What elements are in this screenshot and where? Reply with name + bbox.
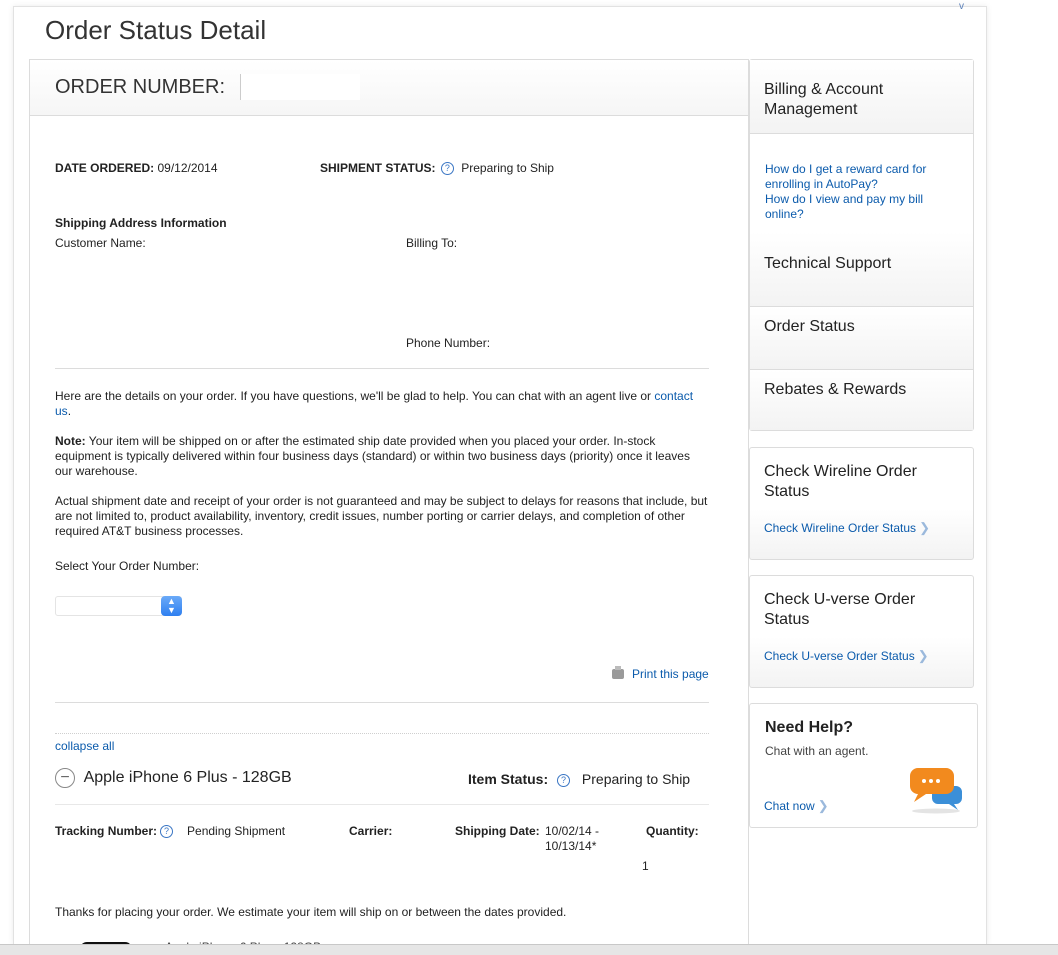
uverse-link-label: Check U-verse Order Status (764, 649, 915, 663)
divider (55, 368, 709, 369)
chat-now-label: Chat now (764, 799, 815, 813)
help-icon[interactable]: ? (557, 774, 571, 787)
page-frame: v Order Status Detail ORDER NUMBER: DATE… (13, 1, 987, 955)
wireline-status-card: Check Wireline Order Status Check Wireli… (749, 447, 974, 560)
quantity-label: Quantity: (646, 824, 699, 838)
printer-icon (612, 666, 624, 679)
faq-list: How do I get a reward card for enrolling… (765, 162, 955, 222)
date-ordered-value: 09/12/2014 (157, 161, 218, 175)
rebates-rewards-link[interactable]: Rebates & Rewards (764, 380, 906, 400)
collapse-all-link[interactable]: collapse all (55, 739, 114, 754)
intro-text: Here are the details on your order. If y… (55, 389, 652, 403)
divider (55, 804, 709, 805)
billing-account-heading: Billing & Account Management (764, 81, 884, 118)
shipping-date-line2: 10/13/14* (545, 839, 597, 853)
tracking-number: Tracking Number:? Pending Shipment (55, 824, 285, 839)
chevron-right-icon: ❯ (917, 648, 929, 663)
chat-now-link[interactable]: Chat now ❯ (764, 798, 829, 814)
note-text: Your item will be shipped on or after th… (55, 434, 690, 478)
wireline-status-link[interactable]: Check Wireline Order Status ❯ (764, 520, 930, 536)
quantity-value: 1 (642, 859, 649, 873)
select-order-label: Select Your Order Number: (55, 559, 200, 573)
contact-period: . (67, 404, 72, 418)
wireline-heading: Check Wireline Order Status (764, 463, 917, 500)
chevron-right-icon: ❯ (919, 520, 930, 535)
date-ordered: DATE ORDERED: 09/12/2014 (55, 161, 218, 176)
details-intro: Here are the details on your order. If y… (55, 389, 709, 419)
chevron-right-icon: ❯ (817, 798, 829, 813)
product-row-header: − Apple iPhone 6 Plus - 128GB (55, 768, 292, 788)
chat-bubbles-icon[interactable] (908, 764, 964, 814)
item-status-label: Item Status: (468, 771, 549, 787)
order-number-select[interactable]: ▲ ▼ (55, 596, 182, 616)
order-header: ORDER NUMBER: (30, 60, 748, 116)
shipment-status-value: Preparing to Ship (461, 161, 554, 175)
shipping-date-label: Shipping Date: (455, 824, 540, 838)
contact-link-line2: us (55, 404, 68, 418)
select-stepper-icon[interactable]: ▲ ▼ (161, 596, 182, 616)
shipping-address-heading: Shipping Address Information (55, 216, 227, 230)
phone-number-label: Phone Number: (406, 336, 491, 350)
uverse-status-link[interactable]: Check U-verse Order Status ❯ (764, 648, 929, 664)
note-label: Note: (55, 434, 86, 448)
carrier-label: Carrier: (349, 824, 393, 838)
uverse-heading: Check U-verse Order Status (764, 591, 916, 628)
divider (750, 133, 973, 134)
tracking-value: Pending Shipment (187, 824, 286, 838)
order-number-value (240, 74, 360, 100)
dotted-divider (55, 733, 709, 734)
shipment-status: SHIPMENT STATUS: ? Preparing to Ship (320, 161, 554, 176)
product-name: Apple iPhone 6 Plus - 128GB (83, 769, 292, 787)
uverse-status-card: Check U-verse Order Status Check U-verse… (749, 575, 974, 688)
shipping-date-line1: 10/02/14 - (545, 824, 600, 838)
shipping-note: Note: Your item will be shipped on or af… (55, 434, 709, 479)
shipping-date-value: 10/02/14 - 10/13/14* (545, 824, 599, 854)
date-ordered-label: DATE ORDERED: (55, 161, 155, 175)
order-status-link[interactable]: Order Status (764, 317, 855, 337)
help-icon[interactable]: ? (440, 162, 454, 175)
corner-mark: v (959, 1, 964, 12)
thanks-message: Thanks for placing your order. We estima… (55, 905, 567, 919)
technical-support-link[interactable]: Technical Support (764, 254, 891, 274)
print-page-link[interactable]: Print this page (612, 666, 709, 682)
need-help-text: Chat with an agent. (765, 744, 869, 758)
order-number-label: ORDER NUMBER: (55, 76, 226, 98)
divider (55, 702, 709, 703)
wireline-link-label: Check Wireline Order Status (764, 521, 917, 535)
faq-link-pay-bill[interactable]: How do I view and pay my bill online? (765, 192, 955, 222)
contact-link-line1: contact (654, 389, 694, 403)
shipment-disclaimer: Actual shipment date and receipt of your… (55, 494, 708, 538)
print-page-label: Print this page (632, 667, 709, 681)
need-help-card: Need Help? Chat with an agent. Chat now ❯ (749, 703, 978, 828)
page-title: Order Status Detail (45, 15, 267, 45)
need-help-heading: Need Help? (765, 719, 854, 736)
account-help-card: Billing & Account Management How do I ge… (749, 59, 974, 431)
order-detail-panel: ORDER NUMBER: DATE ORDERED: 09/12/2014 S… (29, 59, 749, 955)
faq-link-reward-card[interactable]: How do I get a reward card for enrolling… (765, 162, 955, 192)
help-icon[interactable]: ? (160, 825, 174, 838)
item-status: Item Status: ? Preparing to Ship (468, 771, 690, 787)
customer-name-label: Customer Name: (55, 236, 146, 250)
tracking-label: Tracking Number: (55, 824, 158, 838)
window-bottom-bar (0, 944, 1058, 955)
shipment-status-label: SHIPMENT STATUS: (320, 161, 436, 175)
billing-to-label: Billing To: (406, 236, 458, 250)
collapse-icon[interactable]: − (55, 768, 75, 788)
item-status-value: Preparing to Ship (581, 771, 691, 787)
